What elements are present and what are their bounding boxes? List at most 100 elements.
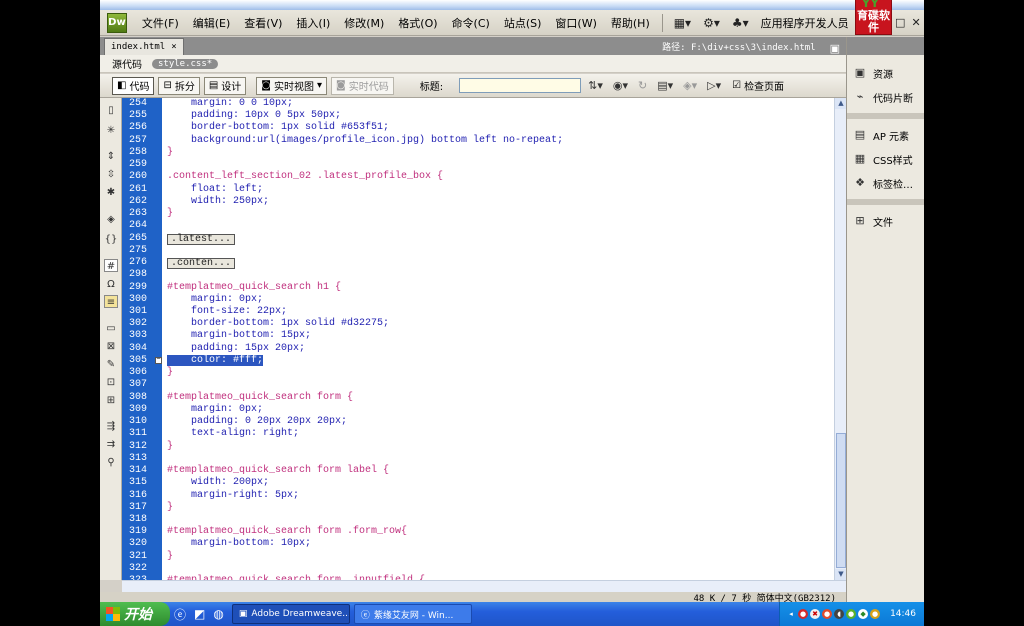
collapse-tag-icon[interactable]: ⇕ [104,150,118,163]
show-code-navigator-icon[interactable]: ✳ [104,124,118,137]
expand-all-icon[interactable]: ✱ [104,186,118,199]
tray-tool-icon[interactable]: ✖ [810,609,821,619]
code-line[interactable] [162,220,834,232]
code-line[interactable]: #templatmeo_quick_search form label { [162,465,834,477]
tab-index-html[interactable]: index.html × [104,38,184,55]
code-line[interactable]: .conten... [162,257,834,270]
close-tab-icon[interactable]: × [171,42,176,52]
file-management-icon[interactable]: ⇅▾ [585,79,606,92]
vertical-scrollbar[interactable]: ▲ ▼ [834,98,847,580]
apply-comment-icon[interactable]: ⊠ [104,340,118,353]
code-line[interactable]: #templatmeo_quick_search h1 { [162,282,834,294]
recent-snippets-icon[interactable]: ⊞ [104,394,118,407]
remove-comment-icon[interactable]: ✎ [104,358,118,371]
code-line[interactable]: background:url(images/profile_icon.jpg) … [162,135,834,147]
code-editor[interactable]: margin: 0 0 10px; padding: 10px 0 5px 50… [162,98,834,580]
fold-toggle-icon[interactable]: − [155,356,162,364]
preview-browser-icon[interactable]: ◉▾ [610,79,631,92]
code-line[interactable]: } [162,367,834,379]
close-window-icon[interactable]: ✕ [908,16,924,29]
collapsed-code-block[interactable]: .conten... [167,258,236,270]
collapsed-code-block[interactable]: .latest... [167,233,236,245]
menu-modify[interactable]: 修改(M) [337,15,391,31]
code-line[interactable]: .content_left_section_02 .latest_profile… [162,171,834,183]
workspace-switcher[interactable]: 应用程序开发人员 [755,15,855,31]
check-page-button[interactable]: ☑ 检查页面 [728,77,788,95]
line-numbers-icon[interactable]: # [104,259,118,272]
code-line[interactable]: margin: 0px; [162,404,834,416]
code-line[interactable]: width: 250px; [162,196,834,208]
refresh-icon[interactable]: ↻ [635,79,650,92]
code-line[interactable]: } [162,208,834,220]
code-line[interactable]: color: #fff; [162,354,834,367]
restore-document-icon[interactable]: ▣ [830,42,846,55]
task-dreamweaver[interactable]: ▣ Adobe Dreamweave... [231,604,350,624]
panel-css-styles[interactable]: ▦ CSS样式 [847,147,924,171]
panel-snippets[interactable]: ⌁ 代码片断 [847,85,924,109]
view-options-icon[interactable]: ▤▾ [654,79,676,92]
indent-code-icon[interactable]: ⇉ [104,438,118,451]
code-line[interactable]: float: left; [162,184,834,196]
visual-aids-icon[interactable]: ◈▾ [680,79,700,92]
code-line[interactable] [162,514,834,526]
wrap-tag-icon[interactable]: ⊡ [104,376,118,389]
code-line[interactable]: } [162,147,834,159]
restore-window-icon[interactable]: □ [892,16,908,29]
code-line[interactable]: padding: 10px 0 5px 50px; [162,110,834,122]
menu-window[interactable]: 窗口(W) [548,15,603,31]
source-code-link[interactable]: 源代码 [112,56,142,71]
code-line[interactable]: margin: 0px; [162,294,834,306]
highlight-invalid-code-icon[interactable]: Ω [104,278,118,291]
extend-icon[interactable]: ⚙▾ [697,16,726,30]
code-line[interactable]: #templatmeo_quick_search form { [162,392,834,404]
code-line[interactable] [162,563,834,575]
code-line[interactable]: padding: 0 20px 20px 20px; [162,416,834,428]
panel-tag-inspector[interactable]: ❖ 标签检… [847,171,924,195]
tray-antivirus-icon[interactable]: ● [798,609,809,619]
live-code-button[interactable]: ◙ 实时代码 [331,76,394,95]
code-line[interactable]: margin: 0 0 10px; [162,98,834,110]
scroll-thumb[interactable] [836,433,846,568]
firefox-quicklaunch-icon[interactable]: ◍ [209,607,227,621]
syntax-error-alerts-icon[interactable]: ▭ [104,322,118,335]
code-line[interactable]: #templatmeo_quick_search form .form_row{ [162,526,834,538]
site-icon[interactable]: ♣▾ [726,16,755,30]
tray-network-icon[interactable]: ◂ [786,609,796,619]
layout-icon[interactable]: ▦▾ [668,16,697,30]
panel-assets[interactable]: ▣ 资源 [847,61,924,85]
code-line[interactable]: .latest... [162,233,834,245]
menu-edit[interactable]: 编辑(E) [186,15,238,31]
related-file-style-css[interactable]: style.css* [152,58,219,69]
task-browser[interactable]: ⓔ 紫缘艾友网 - Win... [353,604,472,624]
code-line[interactable] [162,159,834,171]
tray-status-icon[interactable]: ● [846,609,857,619]
word-wrap-icon[interactable]: ≡ [104,295,118,308]
title-input[interactable] [459,78,582,93]
code-line[interactable]: } [162,441,834,453]
format-source-code-icon[interactable]: ⚲ [104,456,118,469]
code-line[interactable]: border-bottom: 1px solid #653f51; [162,122,834,134]
tray-ime-icon[interactable]: ● [870,609,881,619]
code-line[interactable]: margin-right: 5px; [162,490,834,502]
split-view-button[interactable]: ⊟ 拆分 [158,76,200,95]
tray-app-icon[interactable]: ● [822,609,833,619]
code-line[interactable]: margin-bottom: 15px; [162,330,834,342]
collapse-selection-icon[interactable]: ⇳ [104,168,118,181]
start-button[interactable]: 开始 [100,602,170,626]
menu-format[interactable]: 格式(O) [391,15,444,31]
code-line[interactable]: } [162,551,834,563]
menu-insert[interactable]: 插入(I) [289,15,337,31]
horizontal-scrollbar[interactable] [122,580,846,592]
open-documents-icon[interactable]: ▯ [104,104,118,117]
menu-commands[interactable]: 命令(C) [445,15,497,31]
code-line[interactable]: border-bottom: 1px solid #d32275; [162,318,834,330]
menu-view[interactable]: 查看(V) [237,15,289,31]
code-line[interactable] [162,245,834,257]
explorer-quicklaunch-icon[interactable]: ◩ [190,607,209,621]
code-line[interactable] [162,453,834,465]
live-view-dropdown-icon[interactable]: ▾ [317,80,322,91]
code-line[interactable]: } [162,502,834,514]
design-view-button[interactable]: ▤ 设计 [203,76,247,95]
validate-markup-icon[interactable]: ▷▾ [704,79,724,92]
code-line[interactable]: width: 200px; [162,477,834,489]
